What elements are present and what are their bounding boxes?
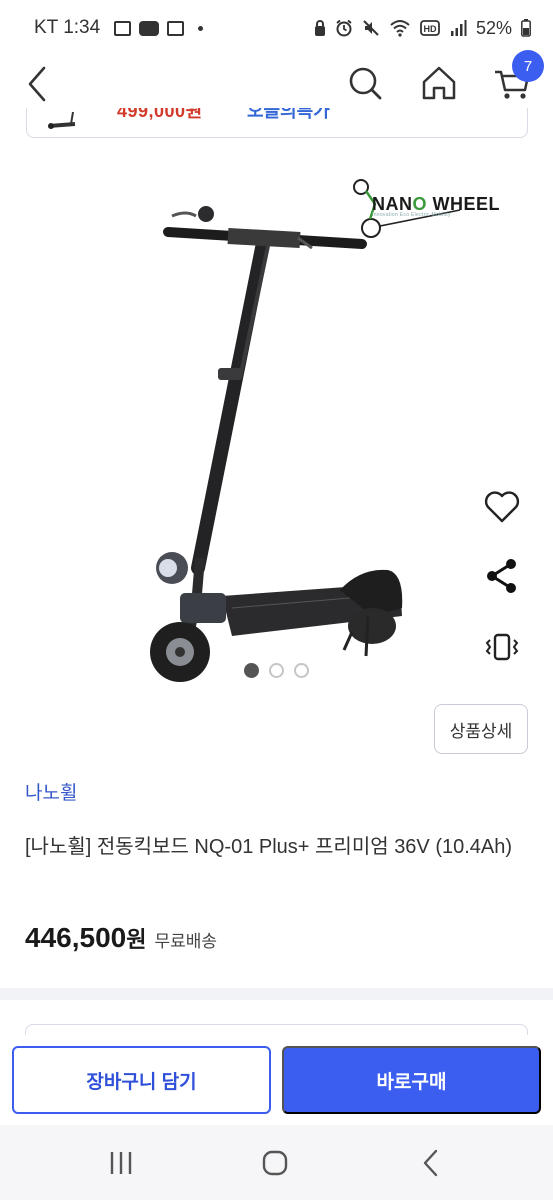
carousel-dot[interactable] <box>244 663 259 678</box>
logo-tagline: Innovation Eco Electric Mobility <box>372 212 451 218</box>
cart-count-badge: 7 <box>512 50 544 82</box>
alarm-icon <box>336 19 352 37</box>
recent-apps-button[interactable] <box>103 1145 139 1181</box>
promo-tag: 오늘의특가 <box>247 108 330 121</box>
search-button[interactable] <box>346 62 386 102</box>
android-nav-bar <box>0 1125 553 1200</box>
share-button[interactable] <box>480 554 524 598</box>
price-row: 446,500 원 무료배송 <box>25 922 217 954</box>
back-nav-button[interactable] <box>414 1145 450 1181</box>
cart-button[interactable]: 7 <box>492 50 544 102</box>
top-nav-bar: 7 <box>0 50 553 108</box>
chevron-left-icon <box>423 1149 438 1177</box>
youtube-icon <box>139 20 160 36</box>
app-icon <box>167 20 185 36</box>
status-bar: KT 1:34 HD 52% <box>0 0 553 56</box>
brand-link[interactable]: 나노휠 <box>25 778 77 805</box>
carousel-dot[interactable] <box>269 663 284 678</box>
product-title: [나노휠] 전동킥보드 NQ-01 Plus+ 프리미엄 36V (10.4Ah… <box>25 836 513 858</box>
buy-now-button[interactable]: 바로구매 <box>282 1046 541 1114</box>
back-button[interactable] <box>20 62 60 102</box>
lock-icon <box>314 20 325 36</box>
home-circle-icon <box>262 1150 288 1176</box>
bottom-action-bar: 장바구니 담기 바로구매 <box>0 1035 553 1125</box>
price: 446,500 <box>25 922 127 953</box>
wifi-icon <box>390 20 410 37</box>
search-icon <box>349 67 382 100</box>
product-image-carousel[interactable]: NANO WHEEL Innovation Eco Electric Mobil… <box>0 138 553 698</box>
recent-apps-icon <box>110 1152 132 1174</box>
vibrate-button[interactable] <box>480 626 524 670</box>
notification-dot <box>198 25 204 31</box>
signal-icon <box>450 20 467 36</box>
carousel-dot[interactable] <box>294 663 309 678</box>
add-to-cart-button[interactable]: 장바구니 담기 <box>12 1046 271 1114</box>
promo-price: 499,000원 <box>117 108 203 121</box>
wishlist-button[interactable] <box>480 485 524 529</box>
home-icon <box>422 66 456 100</box>
promo-banner[interactable]: 499,000원 오늘의특가 <box>26 108 528 138</box>
scooter-thumbnail <box>48 111 76 129</box>
hd-icon: HD <box>420 20 440 36</box>
battery-percent: 52% <box>475 17 512 38</box>
gallery-icon <box>114 20 132 36</box>
home-nav-button[interactable] <box>258 1145 294 1181</box>
carrier-time: KT 1:34 <box>34 17 101 38</box>
battery-icon <box>521 19 531 37</box>
currency: 원 <box>126 927 147 952</box>
home-button[interactable] <box>419 62 459 102</box>
vibrate-icon <box>485 633 519 661</box>
heart-icon <box>484 491 520 523</box>
section-divider <box>0 988 553 1000</box>
svg-text:HD: HD <box>423 24 436 34</box>
shipping-info: 무료배송 <box>154 932 218 951</box>
back-icon <box>28 66 46 102</box>
share-icon <box>487 559 516 593</box>
carousel-indicator[interactable] <box>244 663 309 678</box>
product-detail-button[interactable]: 상품상세 <box>434 704 528 754</box>
mute-icon <box>363 20 379 36</box>
